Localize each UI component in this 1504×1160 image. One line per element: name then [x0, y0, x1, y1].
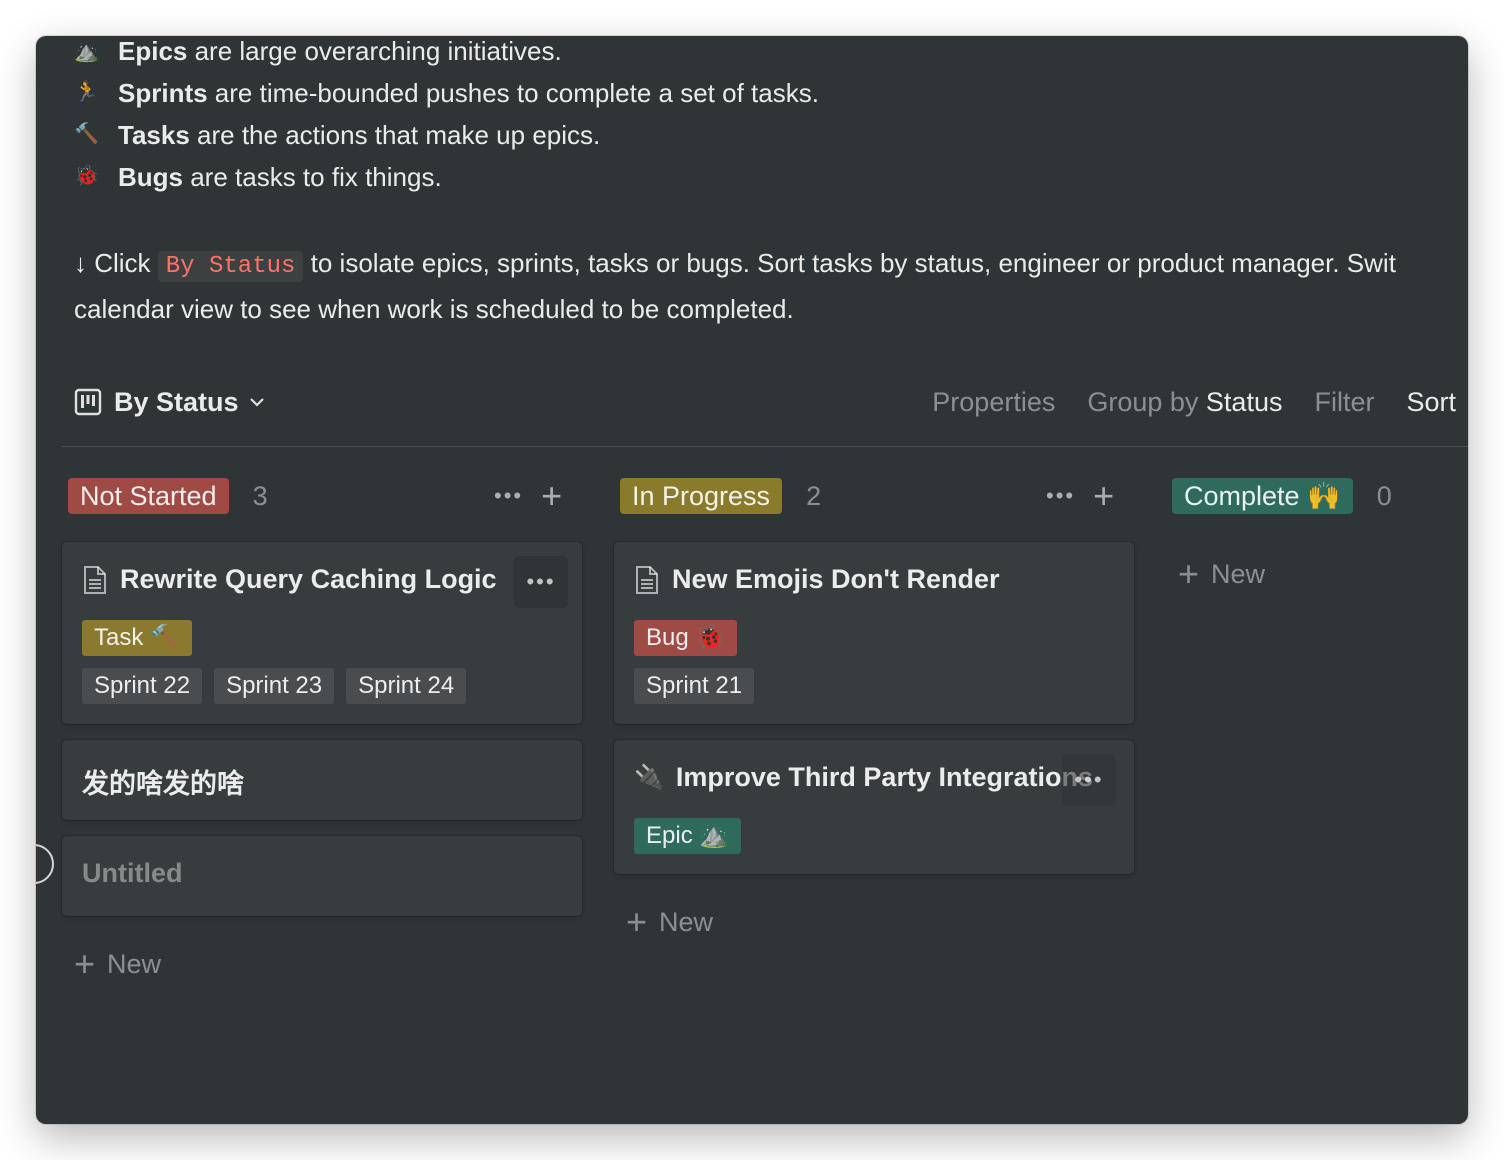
column-count: 3 [252, 480, 268, 511]
group-by-button[interactable]: Group by Status [1087, 387, 1282, 418]
card-title: New Emojis Don't Render [672, 564, 1000, 594]
more-icon[interactable]: ••• [1046, 483, 1075, 509]
add-card-button[interactable]: + [541, 478, 562, 514]
card-untitled[interactable]: Untitled [62, 836, 582, 916]
status-pill[interactable]: Not Started [68, 478, 229, 514]
filter-button[interactable]: Filter [1314, 387, 1374, 418]
card-new-emojis[interactable]: New Emojis Don't Render Bug 🐞 Sprint 21 [614, 542, 1134, 724]
intro-line-bugs: Bugs are tasks to fix things. [118, 162, 442, 192]
instructions-paragraph: ↓ Click By Status to isolate epics, spri… [74, 248, 1396, 324]
board-icon [74, 388, 102, 416]
plug-icon: 🔌 [634, 764, 664, 791]
column-count: 2 [806, 480, 822, 511]
scroll-handle[interactable] [36, 844, 54, 884]
column-header-complete: Complete 🙌 0 [1172, 478, 1392, 514]
view-title: By Status [114, 386, 239, 417]
type-tag: Bug 🐞 [634, 620, 738, 656]
column-tools: ••• + [494, 478, 562, 514]
type-tag: Task 🔨 [82, 620, 192, 656]
new-card-button-in-progress[interactable]: + New [626, 904, 713, 940]
chevron-down-icon [249, 398, 264, 407]
runner-icon: 🏃 [74, 81, 99, 103]
page-icon [84, 565, 106, 594]
card-title: Untitled [82, 858, 183, 888]
intro-line-epics: Epics are large overarching initiatives. [118, 36, 562, 66]
column-header-not-started: Not Started 3 [68, 478, 268, 514]
sprint-tag: Sprint 23 [214, 668, 335, 704]
column-header-in-progress: In Progress 2 [620, 478, 821, 514]
page-icon [636, 565, 658, 594]
status-pill[interactable]: In Progress [620, 478, 783, 514]
new-card-button-complete[interactable]: + New [1178, 556, 1265, 592]
sprint-tag: Sprint 24 [346, 668, 467, 704]
card-more-button[interactable]: ••• [1062, 754, 1116, 806]
add-card-button[interactable]: + [1093, 478, 1114, 514]
properties-button[interactable]: Properties [932, 387, 1055, 418]
card-title: Rewrite Query Caching Logic [120, 564, 497, 594]
sort-button[interactable]: Sort [1406, 387, 1456, 418]
card-title: Improve Third Party Integrations [675, 762, 1093, 792]
card-third-party[interactable]: 🔌 Improve Third Party Integrations ••• E… [614, 740, 1134, 874]
card-more-button[interactable]: ••• [514, 556, 568, 608]
app-window: ⛰️ Epics are large overarching initiativ… [36, 36, 1468, 1124]
card-title: 发的啥发的啥 [82, 769, 244, 800]
divider [62, 446, 1468, 447]
view-selector[interactable]: By Status [74, 382, 267, 422]
hammer-icon: 🔨 [74, 123, 99, 145]
bug-icon: 🐞 [74, 165, 99, 187]
new-card-button-not-started[interactable]: + New [74, 946, 161, 982]
sprint-tag: Sprint 21 [634, 668, 755, 704]
card-rewrite-query[interactable]: Rewrite Query Caching Logic ••• Task 🔨 S… [62, 542, 582, 724]
more-icon[interactable]: ••• [494, 483, 523, 509]
status-pill[interactable]: Complete 🙌 [1172, 478, 1353, 514]
inline-code-by-status: By Status [157, 251, 304, 282]
view-actions: Properties Group by Status Filter Sort [900, 382, 1456, 422]
column-count: 0 [1376, 480, 1392, 511]
plus-icon: + [74, 943, 96, 984]
column-tools: ••• + [1046, 478, 1114, 514]
card-chinese-title[interactable]: 发的啥发的啥 [62, 740, 582, 820]
sprint-tag: Sprint 22 [82, 668, 203, 704]
intro-line-sprints: Sprints are time-bounded pushes to compl… [118, 78, 819, 108]
intro-line-tasks: Tasks are the actions that make up epics… [118, 120, 601, 150]
type-tag: Epic ⛰️ [634, 818, 742, 854]
plus-icon: + [626, 901, 648, 942]
plus-icon: + [1178, 553, 1200, 594]
mountain-icon: ⛰️ [74, 41, 99, 63]
